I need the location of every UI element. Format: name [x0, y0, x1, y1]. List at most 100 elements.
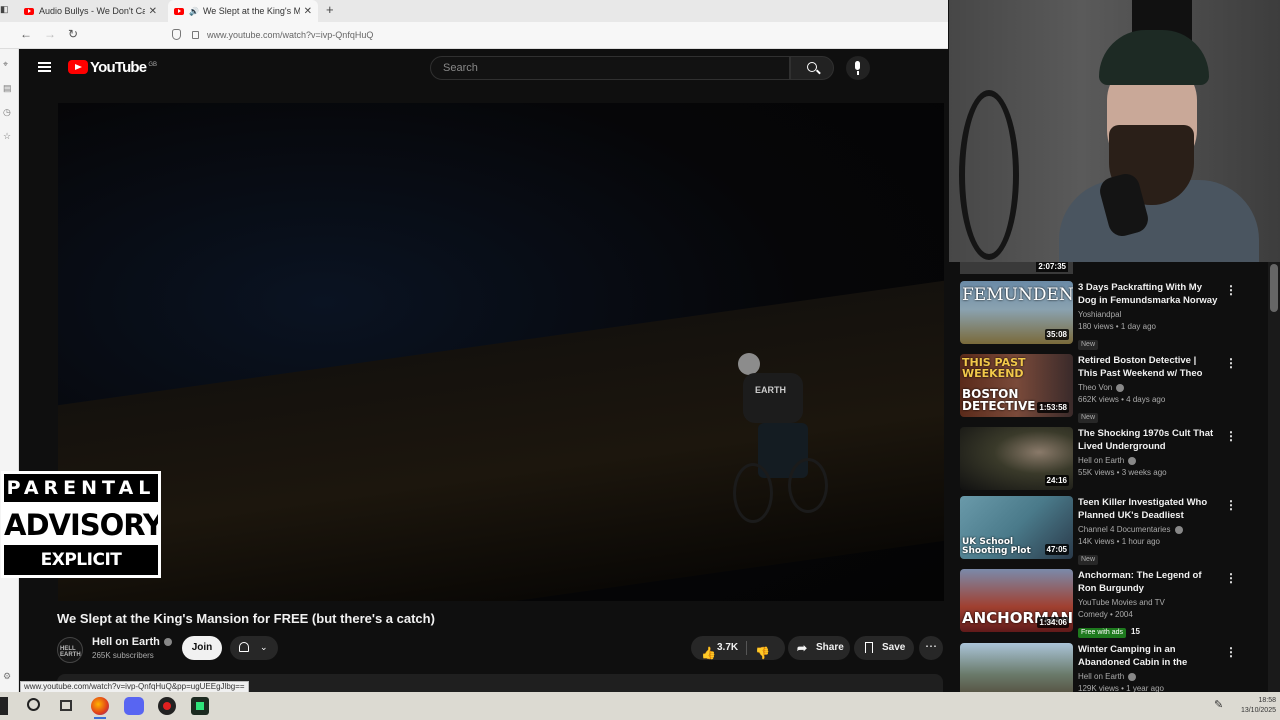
- join-button[interactable]: Join: [182, 636, 222, 660]
- lock-icon[interactable]: [192, 31, 199, 39]
- close-tab-icon[interactable]: ✕: [304, 6, 312, 17]
- tab-audio-bullys[interactable]: Audio Bullys - We Don't Care (C ✕: [18, 0, 163, 22]
- recommendation-channel[interactable]: Yoshiandpal: [1078, 309, 1218, 320]
- back-arrow-icon[interactable]: ←: [20, 27, 32, 41]
- share-arrow-icon: ➦: [797, 641, 808, 655]
- url-text[interactable]: www.youtube.com/watch?v=ivp-QnfqHuQ: [207, 30, 373, 40]
- recommendation-thumbnail[interactable]: ANCHORMAN 1:34:06: [960, 569, 1073, 632]
- recommendation-channel[interactable]: YouTube Movies and TV: [1078, 597, 1218, 608]
- kebab-menu-icon[interactable]: ⋮: [1225, 645, 1237, 659]
- advisory-line1: PARENTAL: [4, 474, 158, 505]
- recording-app-icon[interactable]: [158, 697, 176, 715]
- recommendation-title[interactable]: Retired Boston Detective | This Past Wee…: [1078, 354, 1218, 380]
- recommendation-thumbnail[interactable]: [960, 643, 1073, 692]
- firefox-icon[interactable]: [91, 697, 109, 715]
- recommendation-item[interactable]: ANCHORMAN 1:34:06 Anchorman: The Legend …: [960, 569, 1270, 638]
- recommendation-channel[interactable]: Theo Von: [1078, 382, 1218, 393]
- speaker-icon[interactable]: 🔊: [189, 7, 199, 16]
- task-view-icon[interactable]: [60, 700, 72, 711]
- recommendation-channel[interactable]: Channel 4 Documentaries: [1078, 524, 1218, 535]
- tab-label: We Slept at the King's Mansi: [202, 6, 300, 16]
- history-icon[interactable]: ◷: [3, 107, 11, 118]
- recommendation-title[interactable]: The Shocking 1970s Cult That Lived Under…: [1078, 427, 1218, 453]
- address-bar: ← → ↻ www.youtube.com/watch?v=ivp-QnfqHu…: [0, 22, 948, 49]
- menu-hamburger-icon[interactable]: [38, 62, 51, 72]
- start-button-icon[interactable]: [0, 697, 8, 715]
- channel-name[interactable]: Hell on Earth: [92, 636, 172, 648]
- video-duration: 1:34:06: [1037, 617, 1069, 628]
- taskbar-search-icon[interactable]: [27, 698, 40, 711]
- recommendation-channel[interactable]: Hell on Earth: [1078, 671, 1218, 682]
- shield-icon[interactable]: [172, 29, 181, 40]
- reader-icon[interactable]: ▤: [3, 83, 12, 94]
- recommendation-title[interactable]: Winter Camping in an Abandoned Cabin in …: [1078, 643, 1218, 669]
- recommendation-item[interactable]: FEMUNDEN 35:08 3 Days Packrafting With M…: [960, 281, 1270, 350]
- active-indicator: [94, 717, 106, 719]
- chevron-down-icon: ⌄: [260, 642, 268, 652]
- forward-arrow-icon[interactable]: →: [44, 27, 56, 41]
- recommendation-item[interactable]: 24:16 The Shocking 1970s Cult That Lived…: [960, 427, 1270, 493]
- system-clock[interactable]: 18:58 13/10/2025: [1236, 696, 1276, 716]
- recommendation-title[interactable]: Anchorman: The Legend of Ron Burgundy: [1078, 569, 1218, 595]
- tab-we-slept[interactable]: 🔊 We Slept at the King's Mansi ✕: [168, 0, 318, 22]
- parental-advisory-logo: PARENTAL ADVISORY EXPLICIT CONTENT: [1, 471, 161, 578]
- kebab-menu-icon[interactable]: ⋮: [1225, 429, 1237, 443]
- youtube-logo-text[interactable]: YouTube GB: [90, 59, 157, 76]
- recommendation-channel[interactable]: Hell on Earth: [1078, 455, 1218, 466]
- kebab-menu-icon[interactable]: ⋮: [1225, 571, 1237, 585]
- kebab-menu-icon[interactable]: ⋮: [1225, 498, 1237, 512]
- save-button[interactable]: Save: [854, 636, 914, 660]
- search-button[interactable]: [790, 56, 834, 80]
- kebab-menu-icon[interactable]: ⋮: [1225, 356, 1237, 370]
- kebab-menu-icon[interactable]: ⋮: [1225, 283, 1237, 297]
- share-button[interactable]: ➦ Share: [788, 636, 850, 660]
- age-rating: 15: [1131, 627, 1140, 636]
- region-code: GB: [148, 62, 158, 68]
- search-input[interactable]: Search: [430, 56, 790, 80]
- recommendation-item[interactable]: UK School Shooting Plot 47:05 Teen Kille…: [960, 496, 1270, 565]
- video-duration: 35:08: [1044, 329, 1069, 340]
- sidebar-toggle-icon[interactable]: ◧: [0, 4, 9, 15]
- close-tab-icon[interactable]: ✕: [149, 6, 157, 17]
- settings-gear-icon[interactable]: ⚙: [3, 671, 11, 682]
- recommendation-thumbnail[interactable]: THIS PAST WEEKEND BOSTON DETECTIVE 1:53:…: [960, 354, 1073, 417]
- save-label: Save: [882, 642, 906, 653]
- free-with-ads-badge: Free with ads: [1078, 628, 1127, 638]
- recommendation-thumbnail[interactable]: 24:16: [960, 427, 1073, 490]
- discord-icon[interactable]: [124, 697, 144, 715]
- recommendation-item[interactable]: THIS PAST WEEKEND BOSTON DETECTIVE 1:53:…: [960, 354, 1270, 423]
- channel-avatar[interactable]: HELL EARTH: [57, 637, 83, 663]
- recommendation-title[interactable]: Teen Killer Investigated Who Planned UK'…: [1078, 496, 1218, 522]
- more-options-icon[interactable]: ⋯: [919, 636, 943, 660]
- pen-icon[interactable]: ✎: [1214, 698, 1223, 711]
- recommendation-thumbnail-partial[interactable]: 2:07:35: [960, 262, 1073, 274]
- new-tab-button[interactable]: +: [326, 2, 334, 17]
- recommendation-meta: 55K views • 3 weeks ago: [1078, 468, 1167, 477]
- dislike-thumb-icon[interactable]: 👎: [755, 641, 770, 665]
- recommendation-item[interactable]: Winter Camping in an Abandoned Cabin in …: [960, 643, 1270, 692]
- scrollbar-thumb[interactable]: [1270, 264, 1278, 312]
- like-count[interactable]: 3.7K: [717, 636, 738, 660]
- taskbar: ✎ 18:58 13/10/2025: [0, 692, 1280, 720]
- recommendation-meta: 14K views • 1 hour ago: [1078, 537, 1160, 546]
- tab-label: Audio Bullys - We Don't Care (C: [39, 6, 145, 16]
- recommendation-meta: Comedy • 2004: [1078, 610, 1133, 619]
- share-label: Share: [816, 642, 844, 653]
- reload-icon[interactable]: ↻: [68, 27, 78, 41]
- video-player[interactable]: EARTH: [58, 103, 944, 601]
- app-icon[interactable]: [191, 697, 209, 715]
- recommendation-thumbnail[interactable]: UK School Shooting Plot 47:05: [960, 496, 1073, 559]
- video-duration: 1:53:58: [1037, 402, 1069, 413]
- bell-icon: [239, 642, 249, 652]
- voice-search-mic-icon[interactable]: [846, 56, 870, 80]
- search-placeholder: Search: [443, 62, 478, 74]
- favorites-icon[interactable]: ☆: [3, 131, 11, 142]
- screen: ◧ Audio Bullys - We Don't Care (C ✕ 🔊 We…: [0, 0, 1280, 720]
- notification-bell-button[interactable]: ⌄: [230, 636, 278, 660]
- recommendation-meta: 180 views • 1 day ago: [1078, 322, 1156, 331]
- bookmark-icon[interactable]: ⌖: [3, 59, 8, 70]
- recommendation-title[interactable]: 3 Days Packrafting With My Dog in Femund…: [1078, 281, 1218, 307]
- youtube-logo-icon[interactable]: [68, 60, 88, 74]
- recommendation-thumbnail[interactable]: FEMUNDEN 35:08: [960, 281, 1073, 344]
- verified-check-icon: [1128, 672, 1137, 681]
